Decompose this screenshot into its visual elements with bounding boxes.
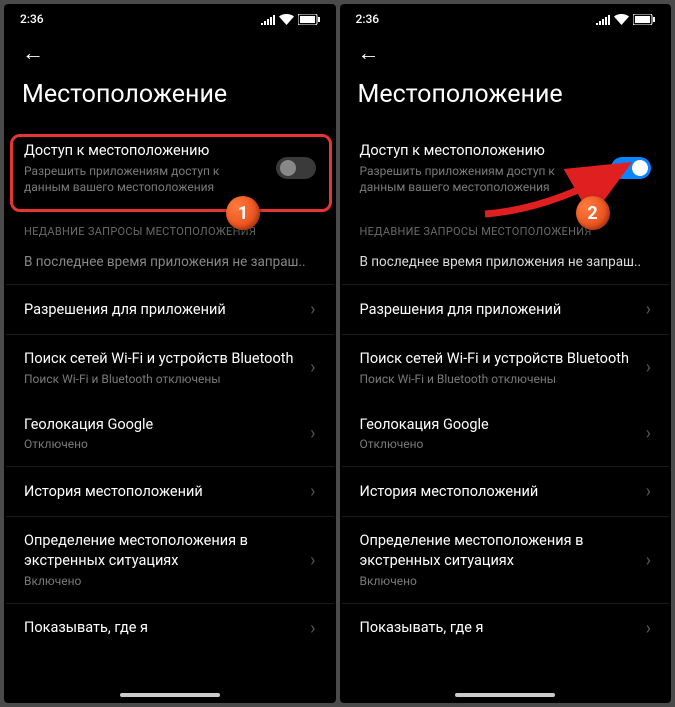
google-location-item[interactable]: Геолокация Google Отключено ›: [342, 401, 670, 467]
app-permissions-item[interactable]: Разрешения для приложений ›: [342, 285, 670, 334]
badge-2: 2: [576, 196, 610, 230]
wifi-icon: [614, 14, 629, 25]
location-access-item[interactable]: Доступ к местоположению Разрешить прилож…: [6, 127, 334, 209]
status-bar: 2:36: [4, 4, 336, 30]
wifi-bt-scan-item[interactable]: Поиск сетей Wi-Fi и устройств Bluetooth …: [6, 335, 334, 401]
item-sub: Поиск Wi-Fi и Bluetooth отключены: [24, 371, 300, 387]
emergency-location-item[interactable]: Определение местоположения в экстренных …: [6, 517, 334, 602]
item-title: Поиск сетей Wi-Fi и устройств Bluetooth: [360, 349, 636, 369]
chevron-right-icon: ›: [310, 299, 315, 320]
content: Доступ к местоположению Разрешить прилож…: [4, 127, 336, 703]
item-text: Доступ к местоположению Разрешить прилож…: [24, 141, 276, 195]
app-permissions-item[interactable]: Разрешения для приложений ›: [6, 285, 334, 334]
item-title: Показывать, где я: [360, 618, 636, 638]
item-title: История местоположений: [24, 482, 300, 502]
back-icon[interactable]: ←: [22, 41, 44, 66]
section-recent: НЕДАВНИЕ ЗАПРОСЫ МЕСТОПОЛОЖЕНИЯ: [342, 209, 670, 244]
page-title: Местоположение: [340, 72, 672, 127]
recent-empty-text: В последнее время приложения не запраш..: [6, 244, 334, 284]
chevron-right-icon: ›: [646, 481, 651, 502]
chevron-right-icon: ›: [310, 481, 315, 502]
item-sub: Включено: [24, 573, 300, 589]
item-title: Разрешения для приложений: [24, 300, 300, 320]
home-indicator[interactable]: [120, 693, 220, 697]
show-where-i-am-item[interactable]: Показывать, где я ›: [342, 604, 670, 653]
recent-empty-text: В последнее время приложения не запраш..: [342, 244, 670, 284]
status-icons: [596, 14, 655, 25]
chevron-right-icon: ›: [646, 423, 651, 444]
item-sub: Отключено: [360, 436, 636, 452]
battery-icon: [298, 14, 320, 25]
phone-left: 2:36 ← Местоположение Доступ к местополо…: [4, 4, 336, 703]
item-title: Показывать, где я: [24, 618, 300, 638]
location-access-toggle[interactable]: [611, 157, 651, 179]
chevron-right-icon: ›: [646, 550, 651, 571]
item-title: Доступ к местоположению: [360, 141, 602, 161]
item-sub: Разрешить приложениям доступ к данным ва…: [360, 163, 602, 195]
location-access-toggle[interactable]: [276, 157, 316, 179]
signal-icon: [261, 14, 275, 25]
google-location-item[interactable]: Геолокация Google Отключено ›: [6, 401, 334, 467]
page-title: Местоположение: [4, 72, 336, 127]
item-title: История местоположений: [360, 482, 636, 502]
back-row: ←: [4, 30, 336, 72]
location-history-item[interactable]: История местоположений ›: [342, 467, 670, 516]
battery-icon: [633, 14, 655, 25]
badge-1: 1: [226, 196, 260, 230]
back-icon[interactable]: ←: [358, 41, 380, 66]
phone-right: 2:36 ← Местоположение Доступ к местополо…: [340, 4, 672, 703]
content: Доступ к местоположению Разрешить прилож…: [340, 127, 672, 703]
location-access-item[interactable]: Доступ к местоположению Разрешить прилож…: [342, 127, 670, 209]
status-icons: [261, 14, 320, 25]
back-row: ←: [340, 30, 672, 72]
chevron-right-icon: ›: [646, 357, 651, 378]
wifi-icon: [279, 14, 294, 25]
item-title: Поиск сетей Wi-Fi и устройств Bluetooth: [24, 349, 300, 369]
chevron-right-icon: ›: [310, 618, 315, 639]
item-title: Доступ к местоположению: [24, 141, 266, 161]
status-time: 2:36: [20, 12, 44, 26]
location-history-item[interactable]: История местоположений ›: [6, 467, 334, 516]
item-title: Разрешения для приложений: [360, 300, 636, 320]
home-indicator[interactable]: [455, 693, 555, 697]
item-title: Геолокация Google: [360, 415, 636, 435]
wifi-bt-scan-item[interactable]: Поиск сетей Wi-Fi и устройств Bluetooth …: [342, 335, 670, 401]
item-title: Определение местоположения в экстренных …: [360, 531, 636, 570]
item-sub: Включено: [360, 573, 636, 589]
chevron-right-icon: ›: [310, 550, 315, 571]
chevron-right-icon: ›: [310, 423, 315, 444]
chevron-right-icon: ›: [310, 357, 315, 378]
item-sub: Разрешить приложениям доступ к данным ва…: [24, 163, 266, 195]
item-text: Доступ к местоположению Разрешить прилож…: [360, 141, 612, 195]
item-title: Определение местоположения в экстренных …: [24, 531, 300, 570]
status-bar: 2:36: [340, 4, 672, 30]
item-title: Геолокация Google: [24, 415, 300, 435]
item-sub: Поиск Wi-Fi и Bluetooth отключены: [360, 371, 636, 387]
chevron-right-icon: ›: [646, 299, 651, 320]
section-recent: НЕДАВНИЕ ЗАПРОСЫ МЕСТОПОЛОЖЕНИЯ: [6, 209, 334, 244]
show-where-i-am-item[interactable]: Показывать, где я ›: [6, 604, 334, 653]
emergency-location-item[interactable]: Определение местоположения в экстренных …: [342, 517, 670, 602]
chevron-right-icon: ›: [646, 618, 651, 639]
item-sub: Отключено: [24, 436, 300, 452]
status-time: 2:36: [356, 12, 380, 26]
signal-icon: [596, 14, 610, 25]
